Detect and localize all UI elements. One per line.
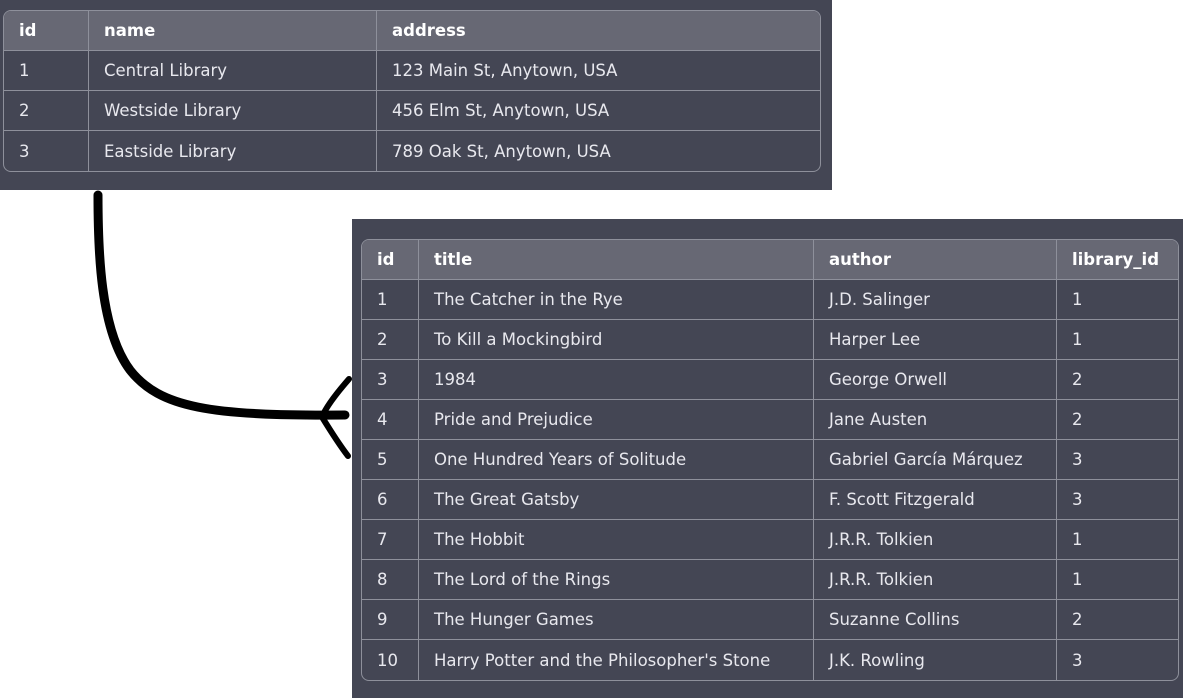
library-id-cell: 3 (4, 131, 89, 171)
book-title-cell: The Hunger Games (419, 600, 814, 640)
library-name-cell: Westside Library (89, 91, 377, 131)
table-row: 10 Harry Potter and the Philosopher's St… (362, 640, 1178, 680)
book-title-cell: 1984 (419, 360, 814, 400)
book-library-id-cell: 2 (1057, 600, 1178, 640)
table-row: 2 To Kill a Mockingbird Harper Lee 1 (362, 320, 1178, 360)
book-id-cell: 4 (362, 400, 419, 440)
book-id-cell: 10 (362, 640, 419, 680)
book-title-cell: The Great Gatsby (419, 480, 814, 520)
book-author-cell: Suzanne Collins (814, 600, 1057, 640)
table-row: 6 The Great Gatsby F. Scott Fitzgerald 3 (362, 480, 1178, 520)
book-title-cell: One Hundred Years of Solitude (419, 440, 814, 480)
book-id-cell: 1 (362, 280, 419, 320)
books-header-author: author (814, 240, 1057, 280)
libraries-header-name: name (89, 11, 377, 51)
libraries-header-address: address (377, 11, 820, 51)
book-title-cell: Pride and Prejudice (419, 400, 814, 440)
books-header-library-id: library_id (1057, 240, 1178, 280)
book-author-cell: J.R.R. Tolkien (814, 520, 1057, 560)
book-library-id-cell: 1 (1057, 520, 1178, 560)
book-author-cell: Harper Lee (814, 320, 1057, 360)
book-title-cell: The Lord of the Rings (419, 560, 814, 600)
book-library-id-cell: 1 (1057, 560, 1178, 600)
book-author-cell: Jane Austen (814, 400, 1057, 440)
books-header-row: id title author library_id (362, 240, 1178, 280)
book-id-cell: 9 (362, 600, 419, 640)
libraries-panel: id name address 1 Central Library 123 Ma… (0, 0, 832, 190)
library-name-cell: Eastside Library (89, 131, 377, 171)
table-row: 4 Pride and Prejudice Jane Austen 2 (362, 400, 1178, 440)
library-address-cell: 123 Main St, Anytown, USA (377, 51, 820, 91)
book-library-id-cell: 3 (1072, 650, 1083, 670)
table-row: 2 Westside Library 456 Elm St, Anytown, … (4, 91, 820, 131)
arrow-head (319, 376, 352, 459)
library-address-cell: 456 Elm St, Anytown, USA (377, 91, 820, 131)
book-id-cell: 7 (362, 520, 419, 560)
library-address-cell: 789 Oak St, Anytown, USA (392, 141, 611, 161)
book-title-cell: The Catcher in the Rye (419, 280, 814, 320)
libraries-header-row: id name address (4, 11, 820, 51)
books-panel: id title author library_id 1 The Catcher… (352, 219, 1183, 698)
book-library-id-cell: 1 (1057, 280, 1178, 320)
book-author-cell: Gabriel García Márquez (814, 440, 1057, 480)
books-header-title: title (419, 240, 814, 280)
library-id-cell: 1 (4, 51, 89, 91)
table-row: 9 The Hunger Games Suzanne Collins 2 (362, 600, 1178, 640)
book-id-cell: 8 (362, 560, 419, 600)
table-row: 1 The Catcher in the Rye J.D. Salinger 1 (362, 280, 1178, 320)
book-author-cell: George Orwell (814, 360, 1057, 400)
book-title-cell: The Hobbit (419, 520, 814, 560)
libraries-header-id: id (4, 11, 89, 51)
books-header-id: id (362, 240, 419, 280)
table-row: 3 1984 George Orwell 2 (362, 360, 1178, 400)
table-row: 5 One Hundred Years of Solitude Gabriel … (362, 440, 1178, 480)
book-author-cell: J.K. Rowling (814, 640, 1057, 680)
book-library-id-cell: 3 (1057, 440, 1178, 480)
book-id-cell: 3 (362, 360, 419, 400)
book-library-id-cell: 3 (1057, 480, 1178, 520)
book-library-id-cell: 1 (1057, 320, 1178, 360)
book-title-cell: To Kill a Mockingbird (419, 320, 814, 360)
book-library-id-cell: 2 (1057, 360, 1178, 400)
book-id-cell: 6 (362, 480, 419, 520)
libraries-table: id name address 1 Central Library 123 Ma… (3, 10, 821, 172)
library-id-cell: 2 (4, 91, 89, 131)
books-table: id title author library_id 1 The Catcher… (361, 239, 1179, 681)
book-id-cell: 5 (362, 440, 419, 480)
table-row: 7 The Hobbit J.R.R. Tolkien 1 (362, 520, 1178, 560)
table-row: 3 Eastside Library 789 Oak St, Anytown, … (4, 131, 820, 171)
book-author-cell: J.R.R. Tolkien (814, 560, 1057, 600)
table-row: 8 The Lord of the Rings J.R.R. Tolkien 1 (362, 560, 1178, 600)
table-row: 1 Central Library 123 Main St, Anytown, … (4, 51, 820, 91)
book-library-id-cell: 2 (1057, 400, 1178, 440)
arrow-line (93, 190, 350, 420)
book-author-cell: F. Scott Fitzgerald (814, 480, 1057, 520)
library-name-cell: Central Library (89, 51, 377, 91)
book-id-cell: 2 (362, 320, 419, 360)
book-author-cell: J.D. Salinger (814, 280, 1057, 320)
book-title-cell: Harry Potter and the Philosopher's Stone (419, 640, 814, 680)
